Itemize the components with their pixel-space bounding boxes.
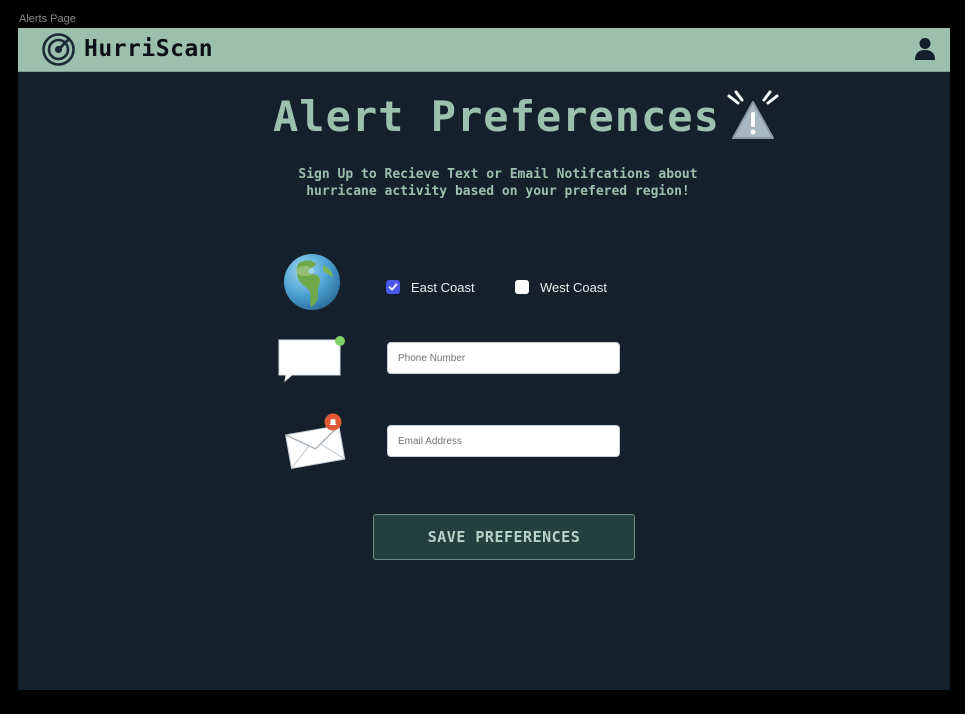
subtitle-line-2: hurricane activity based on your prefere… bbox=[306, 184, 690, 199]
east-coast-checkbox[interactable] bbox=[386, 280, 400, 294]
subtitle-line-1: Sign Up to Recieve Text or Email Notifca… bbox=[298, 167, 698, 182]
west-coast-option[interactable]: West Coast bbox=[515, 278, 607, 296]
email-address-input[interactable] bbox=[387, 425, 620, 457]
east-coast-option[interactable]: East Coast bbox=[386, 278, 475, 296]
checkmark-icon bbox=[388, 283, 398, 291]
east-coast-label: East Coast bbox=[411, 279, 475, 295]
save-preferences-button[interactable]: SAVE PREFERENCES bbox=[373, 514, 635, 560]
globe-icon bbox=[284, 254, 340, 310]
radar-icon[interactable] bbox=[42, 33, 75, 66]
envelope-icon bbox=[285, 413, 346, 469]
alerts-page: HurriScan Alert Preferences Sign Up to R… bbox=[18, 28, 950, 690]
page-title: Alert Preferences bbox=[273, 92, 720, 141]
phone-number-input[interactable] bbox=[387, 342, 620, 374]
chat-bubble-icon bbox=[278, 336, 345, 383]
frame-label: Alerts Page bbox=[19, 13, 76, 25]
west-coast-checkbox[interactable] bbox=[515, 280, 529, 294]
user-icon[interactable] bbox=[914, 37, 936, 61]
subtitle: Sign Up to Recieve Text or Email Notifca… bbox=[188, 166, 808, 200]
warning-siren-icon bbox=[727, 90, 779, 139]
west-coast-label: West Coast bbox=[540, 279, 607, 295]
brand-name[interactable]: HurriScan bbox=[84, 36, 213, 62]
navbar: HurriScan bbox=[18, 28, 950, 72]
